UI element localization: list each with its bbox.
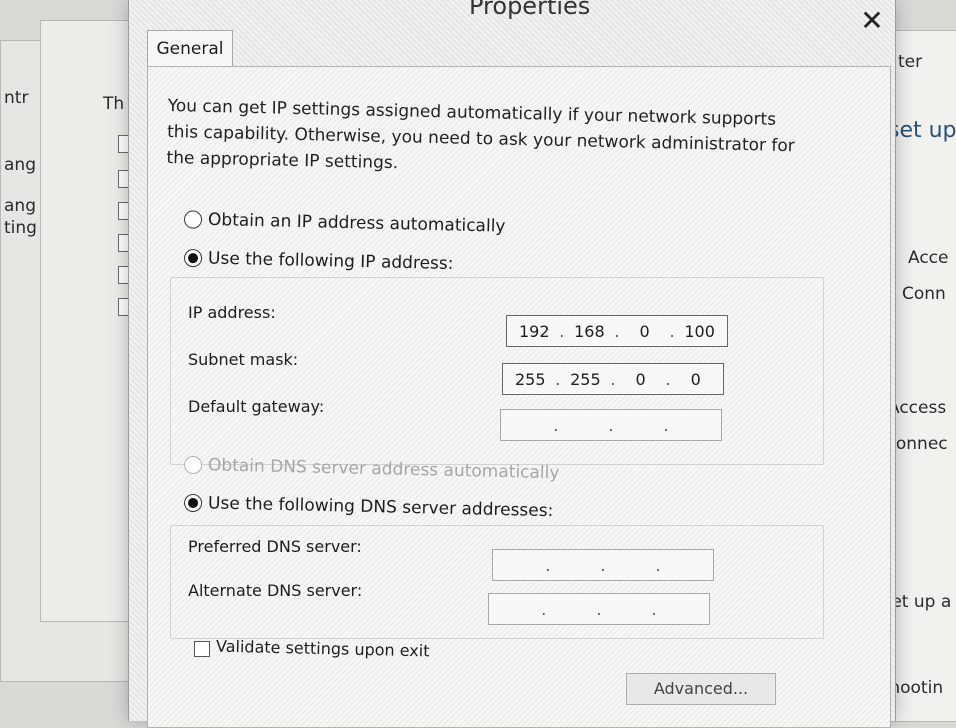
octet: 0 — [690, 369, 701, 389]
bg-fragment: ang — [4, 155, 36, 175]
octet-dot: . — [596, 599, 602, 619]
radio-selected-icon — [183, 493, 203, 513]
radio-use-following-dns[interactable]: Use the following DNS server addresses: — [183, 493, 554, 522]
bg-fragment: Conn — [902, 284, 946, 304]
default-gateway-input[interactable]: . . . — [500, 409, 722, 441]
octet-dot: . — [655, 555, 661, 575]
intro-text: You can get IP settings assigned automat… — [166, 95, 796, 174]
octet-dot: . — [610, 369, 616, 389]
subnet-mask-input[interactable]: 255. 255. 0. 0 — [502, 363, 724, 395]
preferred-dns-label: Preferred DNS server: — [188, 537, 362, 556]
bg-fragment: ting — [4, 218, 37, 238]
bg-fragment: Th — [103, 94, 125, 114]
bg-fragment: ntr — [4, 88, 29, 108]
octet: 168 — [574, 321, 605, 341]
octet: 255 — [570, 369, 601, 389]
validate-label: Validate settings upon exit — [215, 636, 430, 661]
alternate-dns-label: Alternate DNS server: — [188, 581, 363, 600]
octet-dot: . — [651, 599, 657, 619]
octet-dot: . — [553, 415, 559, 435]
ip-address-label: IP address: — [188, 303, 276, 322]
octet-dot: . — [541, 599, 547, 619]
radio-use-following-ip[interactable]: Use the following IP address: — [183, 248, 454, 275]
octet-dot: . — [559, 321, 565, 341]
ip-address-input[interactable]: 192. 168. 0. 100 — [506, 315, 728, 347]
radio-selected-icon — [183, 248, 203, 268]
validate-checkbox[interactable] — [194, 641, 210, 657]
octet-dot: . — [663, 415, 669, 435]
octet-dot: . — [669, 321, 675, 341]
bg-fragment: Access — [888, 398, 947, 418]
octet-dot: . — [608, 415, 614, 435]
tab-general[interactable]: General — [147, 30, 233, 67]
default-gateway-label: Default gateway: — [188, 397, 325, 416]
radio-disabled-icon — [183, 455, 203, 475]
alternate-dns-input[interactable]: . . . — [488, 593, 710, 625]
bg-fragment: ter — [898, 52, 923, 72]
ipv4-properties-dialog: Properties ✕ General You can get IP sett… — [128, 0, 896, 728]
radio-icon — [183, 210, 203, 229]
octet: 0 — [639, 321, 650, 341]
octet: 0 — [635, 369, 646, 389]
bg-fragment: Acce — [908, 248, 949, 268]
radio-obtain-ip-auto[interactable]: Obtain an IP address automatically — [183, 209, 506, 237]
subnet-mask-label: Subnet mask: — [188, 350, 299, 369]
general-tab-panel: You can get IP settings assigned automat… — [147, 66, 891, 728]
octet: 100 — [684, 321, 715, 341]
bg-fragment: ang — [4, 196, 36, 216]
octet-dot: . — [555, 369, 561, 389]
close-button[interactable]: ✕ — [854, 6, 890, 36]
radio-label: Use the following DNS server addresses: — [207, 493, 554, 522]
radio-label: Use the following IP address: — [207, 248, 454, 275]
octet: 255 — [515, 369, 546, 389]
radio-label: Obtain an IP address automatically — [207, 209, 506, 237]
bg-fragment: set up — [888, 118, 956, 143]
octet-dot: . — [545, 555, 551, 575]
dialog-title: Properties — [469, 0, 591, 20]
octet-dot: . — [614, 321, 620, 341]
octet: 192 — [519, 321, 550, 341]
octet-dot: . — [665, 369, 671, 389]
preferred-dns-input[interactable]: . . . — [492, 549, 714, 581]
advanced-button[interactable]: Advanced... — [626, 673, 776, 705]
octet-dot: . — [600, 555, 606, 575]
